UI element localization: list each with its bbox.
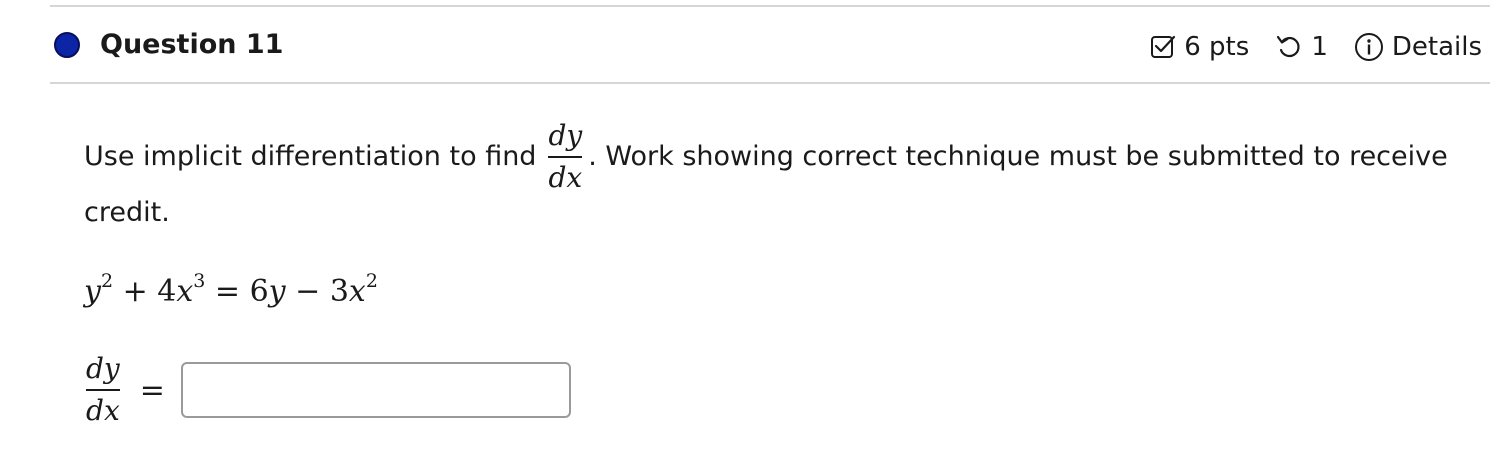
eq-var-x: x: [176, 274, 194, 309]
prompt-text-before: Use implicit differentiation to find: [84, 141, 537, 172]
question-meta: 6 pts 1 Details: [1150, 28, 1482, 66]
details-link[interactable]: Details: [1392, 32, 1482, 62]
eq-var-y: y: [84, 274, 101, 309]
undo-icon: [1275, 33, 1303, 61]
fraction-numerator: dy: [86, 352, 120, 385]
eq-var-y: y: [268, 274, 286, 309]
question-title: Question 11: [100, 29, 284, 60]
eq-exponent: 2: [100, 270, 114, 292]
question-status-dot: [54, 32, 80, 58]
prompt-text-continuation: credit.: [84, 197, 170, 228]
fraction-bar: [548, 156, 583, 158]
prompt-text-after: . Work showing correct technique must be…: [588, 141, 1448, 172]
eq-plus-term: + 4: [113, 274, 177, 309]
top-divider: [50, 5, 1490, 7]
dy-dx-fraction: dy dx: [548, 119, 583, 194]
header-divider: [50, 82, 1490, 84]
answer-input[interactable]: [180, 362, 571, 418]
answer-dy-dx-fraction: dy dx: [86, 353, 120, 427]
answer-equals-sign: =: [139, 372, 165, 408]
attempts-count: 1: [1311, 32, 1328, 62]
eq-minus-term: − 3: [285, 274, 349, 309]
info-icon[interactable]: [1354, 32, 1384, 62]
points-label: 6 pts: [1184, 32, 1250, 62]
question-card: Question 11 6 pts 1 Details Use implicit…: [0, 0, 1490, 462]
answer-row: dy dx =: [84, 348, 571, 432]
fraction-denominator: dx: [548, 161, 583, 194]
fraction-bar: [86, 389, 120, 391]
eq-var-x: x: [348, 274, 366, 309]
given-equation: y2 + 4x3 = 6y − 3x2: [84, 272, 378, 312]
fraction-denominator: dx: [86, 394, 120, 427]
eq-equals-term: = 6: [205, 274, 269, 309]
eq-exponent: 2: [365, 270, 378, 292]
question-prompt: Use implicit differentiation to find dy …: [84, 112, 1484, 202]
checkbox-icon: [1150, 34, 1176, 60]
fraction-numerator: dy: [548, 119, 583, 152]
eq-exponent: 3: [193, 270, 206, 292]
